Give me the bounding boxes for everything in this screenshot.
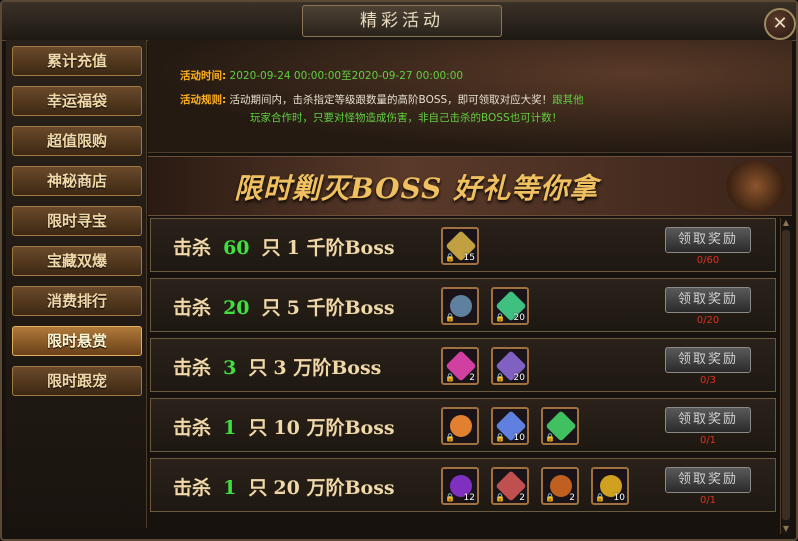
purple-orb-icon[interactable]: 🔒 12	[441, 467, 479, 505]
sidebar-item-treasure-hunt[interactable]: 限时寻宝	[12, 206, 142, 236]
activity-window: 精彩活动 ✕ 累计充值 幸运福袋 超值限购 神秘商店 限时寻宝 宝藏双爆 消费排…	[0, 0, 798, 541]
kill-count: 60	[223, 237, 250, 259]
scroll-up-icon[interactable]: ▲	[781, 218, 791, 228]
main-content: 活动时间: 2020-09-24 00:00:00至2020-09-27 00:…	[148, 40, 792, 536]
sidebar-item-spend-ranking[interactable]: 消费排行	[12, 286, 142, 316]
claim-reward-button[interactable]: 领取奖励	[665, 407, 751, 433]
sidebar-item-value-limited[interactable]: 超值限购	[12, 126, 142, 156]
claim-reward-button[interactable]: 领取奖励	[665, 287, 751, 313]
progress-text: 0/1	[699, 435, 717, 446]
unit-label: 只	[261, 237, 281, 259]
boss-level: 1 千阶Boss	[286, 237, 395, 259]
reward-row: 击杀 1 只 10 万阶Boss 🔒 🔒 10 🔒 领取奖励 0/1	[150, 398, 776, 452]
boss-level: 3 万阶Boss	[273, 357, 382, 379]
claim-reward-button[interactable]: 领取奖励	[665, 347, 751, 373]
fire-orb-icon[interactable]: 🔒 2	[541, 467, 579, 505]
dragon-icon	[726, 160, 786, 212]
progress-text: 0/20	[696, 315, 720, 326]
unit-label: 只	[248, 477, 268, 499]
boss-level: 10 万阶Boss	[273, 417, 395, 439]
progress-text: 0/3	[699, 375, 717, 386]
kill-label: 击杀	[173, 297, 212, 319]
kill-label: 击杀	[173, 417, 212, 439]
sidebar-item-mystery-shop[interactable]: 神秘商店	[12, 166, 142, 196]
purple-crystal-icon[interactable]: 🔒 20	[491, 347, 529, 385]
unit-label: 只	[248, 417, 268, 439]
scroll-thumb[interactable]	[782, 230, 790, 520]
progress-text: 0/1	[699, 495, 717, 506]
kill-count: 1	[223, 417, 237, 439]
compass-icon[interactable]: 🔒	[441, 287, 479, 325]
sidebar-item-lucky-bag[interactable]: 幸运福袋	[12, 86, 142, 116]
sidebar-item-cumulative-recharge[interactable]: 累计充值	[12, 46, 142, 76]
rules-green-2: 玩家合作时，只要对怪物造成伤害，非自己击杀的BOSS也可计数！	[250, 112, 563, 124]
green-crystal-icon[interactable]: 🔒	[541, 407, 579, 445]
crystal-icon[interactable]: 🔒 20	[491, 287, 529, 325]
window-title: 精彩活动	[302, 5, 502, 37]
banner-text: 限时剿灭BOSS 好礼等你拿	[234, 172, 599, 205]
activity-rules-line-1: 活动规则: 活动期间内，击杀指定等级跟数量的高阶BOSS，即可领取对应大奖！跟其…	[180, 92, 584, 107]
rules-text: 活动期间内，击杀指定等级跟数量的高阶BOSS，即可领取对应大奖！	[229, 94, 553, 106]
red-crystal-icon[interactable]: 🔒 2	[491, 467, 529, 505]
kill-requirement: 击杀 60 只 1 千阶Boss	[173, 233, 395, 260]
progress-text: 0/60	[696, 255, 720, 266]
gold-coin-icon[interactable]: 🔒 10	[591, 467, 629, 505]
sidebar-item-double-drop[interactable]: 宝藏双爆	[12, 246, 142, 276]
kill-label: 击杀	[173, 357, 212, 379]
sidebar-item-pet[interactable]: 限时跟宠	[12, 366, 142, 396]
reward-row: 击杀 20 只 5 千阶Boss 🔒 🔒 20 领取奖励 0/20	[150, 278, 776, 332]
reward-row: 击杀 3 只 3 万阶Boss 🔒 2 🔒 20 领取奖励 0/3	[150, 338, 776, 392]
reward-list: 击杀 60 只 1 千阶Boss 🔒 15 领取奖励 0/60 击杀 20 只 5…	[148, 218, 780, 536]
close-icon[interactable]: ✕	[764, 8, 796, 40]
time-value: 2020-09-24 00:00:00至2020-09-27 00:00:00	[229, 70, 464, 82]
kill-requirement: 击杀 1 只 10 万阶Boss	[173, 413, 395, 440]
kill-requirement: 击杀 20 只 5 千阶Boss	[173, 293, 395, 320]
activity-time: 活动时间: 2020-09-24 00:00:00至2020-09-27 00:…	[180, 68, 463, 83]
boss-level: 20 万阶Boss	[273, 477, 395, 499]
boss-level: 5 千阶Boss	[286, 297, 395, 319]
activity-info-panel: 活动时间: 2020-09-24 00:00:00至2020-09-27 00:…	[148, 40, 792, 153]
title-bar[interactable]: 精彩活动 ✕	[2, 2, 796, 41]
rules-label: 活动规则:	[180, 94, 227, 106]
unit-label: 只	[248, 357, 268, 379]
kill-count: 3	[223, 357, 237, 379]
sidebar: 累计充值 幸运福袋 超值限购 神秘商店 限时寻宝 宝藏双爆 消费排行 限时悬赏 …	[6, 40, 147, 528]
reward-row: 击杀 1 只 20 万阶Boss 🔒 12 🔒 2 🔒 2 🔒 10 领取奖励 0/1	[150, 458, 776, 512]
pink-gem-icon[interactable]: 🔒 2	[441, 347, 479, 385]
unit-label: 只	[261, 297, 281, 319]
time-label: 活动时间:	[180, 70, 227, 82]
kill-label: 击杀	[173, 237, 212, 259]
claim-reward-button[interactable]: 领取奖励	[665, 227, 751, 253]
kill-label: 击杀	[173, 477, 212, 499]
scroll-down-icon[interactable]: ▼	[781, 524, 791, 534]
rules-green-1: 跟其他	[552, 94, 584, 106]
sidebar-item-bounty[interactable]: 限时悬赏	[12, 326, 142, 356]
reward-row: 击杀 60 只 1 千阶Boss 🔒 15 领取奖励 0/60	[150, 218, 776, 272]
event-banner: 限时剿灭BOSS 好礼等你拿	[148, 156, 792, 216]
rainbow-orb-icon[interactable]: 🔒	[441, 407, 479, 445]
claim-reward-button[interactable]: 领取奖励	[665, 467, 751, 493]
kill-count: 20	[223, 297, 250, 319]
scrollbar[interactable]: ▲ ▼	[780, 218, 791, 534]
kill-count: 1	[223, 477, 237, 499]
kill-requirement: 击杀 3 只 3 万阶Boss	[173, 353, 381, 380]
treasure-chest-icon[interactable]: 🔒 15	[441, 227, 479, 265]
kill-requirement: 击杀 1 只 20 万阶Boss	[173, 473, 395, 500]
activity-rules-line-2: 玩家合作时，只要对怪物造成伤害，非自己击杀的BOSS也可计数！	[250, 110, 562, 125]
feather-icon[interactable]: 🔒 10	[491, 407, 529, 445]
